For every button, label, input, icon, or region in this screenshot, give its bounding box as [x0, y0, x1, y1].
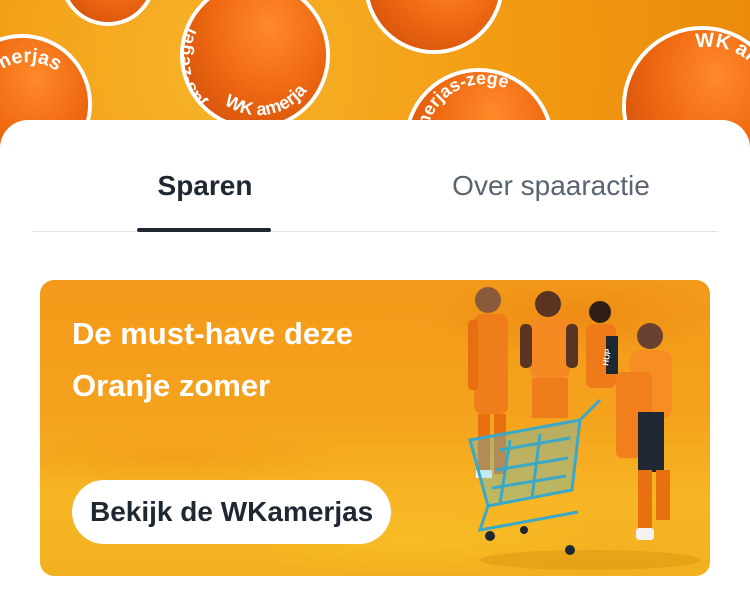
tab-sparen[interactable]: Sparen [138, 170, 272, 232]
banner-title-line-1: De must-have deze [72, 316, 353, 351]
tab-bar: Sparen Over spaaractie [32, 160, 718, 232]
banner-title-line-2: Oranje zomer [72, 368, 271, 403]
svg-text:WK amerjas: WK amerjas [695, 30, 750, 114]
banner-title: De must-have deze Oranje zomer [72, 308, 432, 412]
svg-text:jas-zegel: jas-zegel [184, 24, 210, 113]
wkamerjas-stamp: jas-zegel WK amerjas- [180, 0, 330, 130]
wkamerjas-stamp [364, 0, 504, 54]
wkamerjas-stamp [60, 0, 156, 26]
player-figure: HUP [586, 301, 618, 388]
players-illustration: HUP [468, 287, 700, 570]
content-sheet: Sparen Over spaaractie De must-have deze… [0, 120, 750, 608]
bekijk-wkamerjas-button[interactable]: Bekijk de WKamerjas [72, 480, 392, 544]
player-figure [616, 323, 672, 540]
svg-text:WK amerjas: WK amerjas [0, 45, 66, 117]
promo-banner[interactable]: De must-have deze Oranje zomer HUP Bekij… [40, 280, 710, 576]
tab-over-spaaractie[interactable]: Over spaaractie [438, 170, 664, 232]
active-tab-indicator [137, 228, 271, 232]
player-figure [520, 291, 578, 418]
